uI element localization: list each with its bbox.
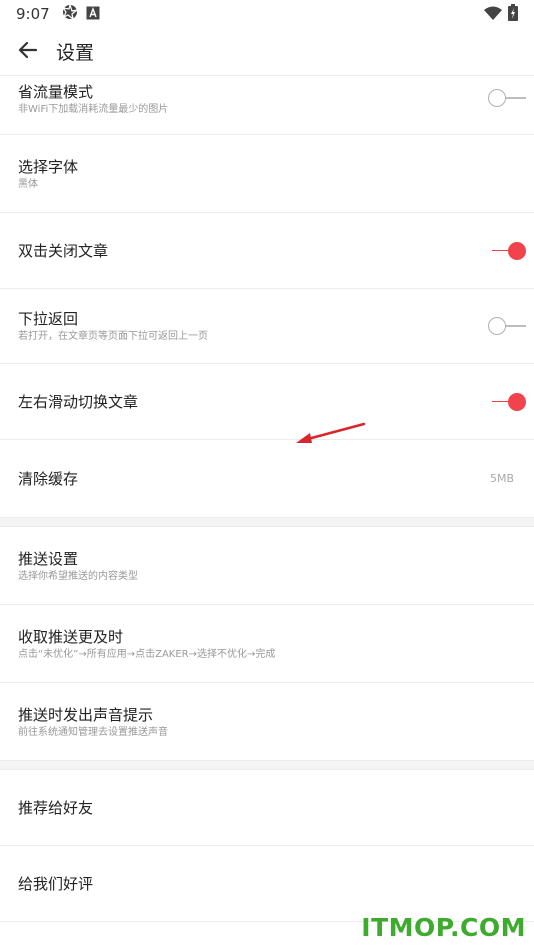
setting-font[interactable]: 选择字体 黑体 [0,135,534,213]
aperture-icon [62,4,78,24]
toggle-knob [508,392,526,411]
arrow-back-icon [18,40,38,64]
toggle-knob [488,89,506,107]
double-tap-close-toggle[interactable] [488,241,526,261]
save-data-toggle[interactable] [488,88,526,108]
setting-subtitle: 选择你希望推送的内容类型 [18,570,138,582]
setting-push-settings[interactable]: 推送设置 选择你希望推送的内容类型 [0,527,534,605]
setting-recommend[interactable]: 推荐给好友 [0,770,534,846]
setting-subtitle: 前往系统通知管理去设置推送声音 [18,726,168,738]
swipe-switch-toggle[interactable] [488,392,526,412]
setting-subtitle: 黑体 [18,178,38,190]
wifi-icon [484,5,502,24]
pull-back-toggle[interactable] [488,316,526,336]
status-icons-right [484,3,518,25]
setting-title: 省流量模式 [18,83,94,101]
setting-save-data[interactable]: 省流量模式 非WiFi下加载消耗流量最少的图片 [0,76,534,135]
toggle-knob [508,241,526,260]
setting-title: 左右滑动切换文章 [18,392,139,411]
setting-rate[interactable]: 给我们好评 [0,846,534,922]
setting-double-tap-close[interactable]: 双击关闭文章 [0,213,534,289]
setting-clear-cache[interactable]: 清除缓存 5MB [0,440,534,518]
status-time: 9:07 [16,5,50,23]
cache-size-value: 5MB [489,472,514,485]
annotation-arrow-icon [290,418,370,452]
app-bar: 设置 [0,28,534,76]
battery-charging-icon [508,3,518,25]
setting-title: 推荐给好友 [18,798,94,817]
watermark: ITMOP.COM [361,913,526,942]
setting-swipe-switch[interactable]: 左右滑动切换文章 [0,364,534,440]
setting-pull-back[interactable]: 下拉返回 若打开，在文章页等页面下拉可返回上一页 [0,289,534,364]
back-button[interactable] [0,28,56,76]
status-icons-left [62,4,100,24]
section-divider [0,761,534,770]
toggle-knob [488,317,506,335]
setting-title: 推送时发出声音提示 [18,705,154,724]
setting-title: 清除缓存 [18,469,79,488]
setting-subtitle: 点击“未优化”→所有应用→点击ZAKER→选择不优化→完成 [18,648,276,660]
setting-subtitle: 非WiFi下加载消耗流量最少的图片 [18,104,169,115]
section-divider [0,518,534,527]
page-title: 设置 [56,42,95,64]
setting-title: 下拉返回 [18,310,79,328]
setting-title: 收取推送更及时 [18,627,124,646]
setting-push-sound[interactable]: 推送时发出声音提示 前往系统通知管理去设置推送声音 [0,683,534,761]
setting-subtitle: 若打开，在文章页等页面下拉可返回上一页 [18,331,208,342]
status-bar: 9:07 [0,0,534,28]
settings-list: 省流量模式 非WiFi下加载消耗流量最少的图片 选择字体 黑体 双击关闭文章 下… [0,76,534,922]
setting-title: 推送设置 [18,549,79,568]
setting-timely-push[interactable]: 收取推送更及时 点击“未优化”→所有应用→点击ZAKER→选择不优化→完成 [0,605,534,683]
setting-title: 选择字体 [18,157,79,176]
a-box-icon [86,5,100,24]
setting-title: 给我们好评 [18,874,94,893]
setting-title: 双击关闭文章 [18,241,109,260]
